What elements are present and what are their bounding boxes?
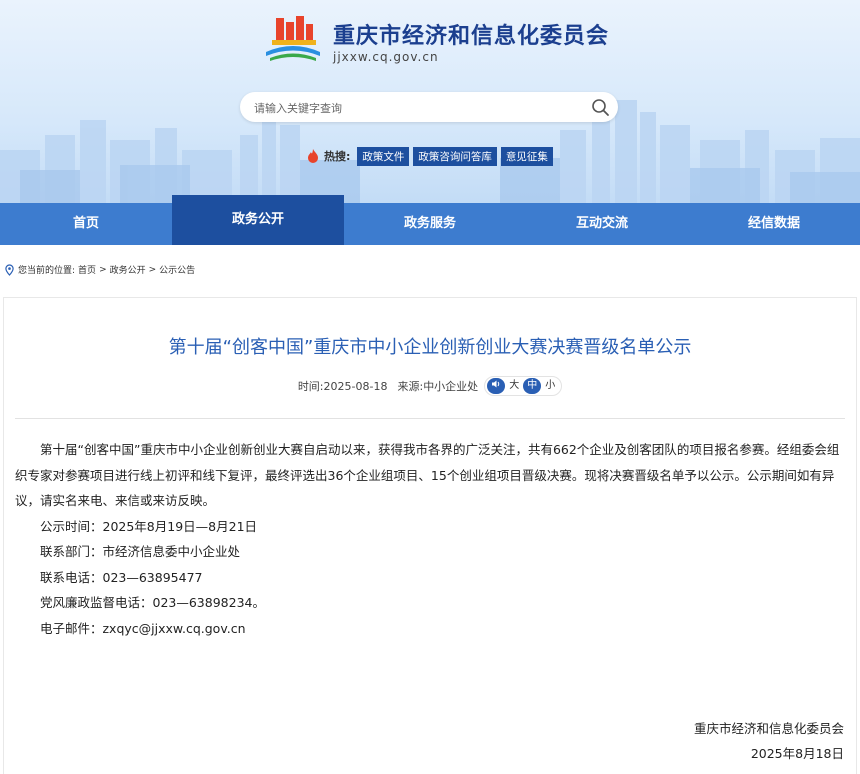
signature-date: 2025年8月18日 [750, 746, 844, 761]
time-label: 时间: [297, 380, 324, 393]
search-icon[interactable] [590, 97, 610, 117]
hot-search: 热搜: 政策文件 政策咨询问答库 意见征集 [306, 146, 553, 166]
article-signature: 重庆市经济和信息化委员会 2025年8月18日 [694, 716, 844, 766]
font-size-switcher: 大 中 小 [484, 376, 563, 396]
source-label: 来源: [397, 380, 424, 393]
signature-org: 重庆市经济和信息化委员会 [693, 721, 844, 736]
article-paragraph: 第十届“创客中国”重庆市中小企业创新创业大赛自启动以来，获得我市各界的广泛关注，… [15, 442, 840, 508]
contact-department: 联系部门：市经济信息委中小企业处 [40, 544, 241, 559]
nav-item-home[interactable]: 首页 [0, 203, 172, 245]
nav-item-data[interactable]: 经信数据 [688, 203, 860, 245]
font-size-medium[interactable]: 中 [523, 378, 542, 394]
article-title: 第十届“创客中国”重庆市中小企业创新创业大赛决赛晋级名单公示 [168, 337, 692, 358]
article-body: 第十届“创客中国”重庆市中小企业创新创业大赛自启动以来，获得我市各界的广泛关注，… [15, 437, 845, 641]
contact-email[interactable]: 电子邮件：zxqyc@jjxxw.cq.gov.cn [15, 616, 845, 642]
hot-search-label: 热搜: [324, 150, 351, 163]
hot-tag-policy-docs[interactable]: 政策文件 [357, 146, 410, 166]
announcement-period: 公示时间：2025年8月19日—8月21日 [40, 518, 258, 534]
location-pin-icon [5, 263, 14, 276]
nav-item-services[interactable]: 政务服务 [344, 203, 516, 245]
hot-tag-opinion[interactable]: 意见征集 [500, 146, 553, 166]
site-domain: jjxxw.cq.gov.cn [333, 50, 439, 64]
font-size-large[interactable]: 大 [505, 378, 523, 394]
site-title[interactable]: 重庆市经济和信息化委员会 [333, 18, 609, 50]
header-banner: 重庆市经济和信息化委员会 jjxxw.cq.gov.cn 热搜: 政策文件 政策… [0, 0, 860, 203]
breadcrumb-government-affairs[interactable]: 政务公开 [110, 263, 146, 276]
search-bar [240, 92, 618, 122]
speaker-icon[interactable] [487, 378, 506, 394]
breadcrumb-sep: > [148, 264, 157, 275]
hot-tag-policy-qa[interactable]: 政策咨询问答库 [413, 146, 497, 166]
search-input[interactable] [252, 97, 576, 119]
breadcrumb-home[interactable]: 首页 [78, 263, 96, 276]
nav-item-government-affairs[interactable]: 政务公开 [172, 195, 344, 245]
breadcrumb: 您当前的位置: 首页 > 政务公开 > 公示公告 [4, 263, 195, 276]
supervision-phone: 党风廉政监督电话：023—63898234。 [40, 595, 265, 610]
breadcrumb-prefix: 您当前的位置: [18, 266, 76, 276]
nav-item-interaction[interactable]: 互动交流 [516, 203, 688, 245]
breadcrumb-sep: > [99, 264, 107, 275]
article-source: 中小企业处 [423, 380, 479, 393]
font-size-small[interactable]: 小 [541, 378, 559, 394]
divider [15, 418, 845, 419]
publish-time: 2025-08-18 [323, 379, 388, 393]
main-nav: 首页 政务公开 政务服务 互动交流 经信数据 [0, 195, 860, 245]
breadcrumb-announcements[interactable]: 公示公告 [159, 263, 195, 276]
contact-phone: 联系电话：023—63895477 [40, 569, 203, 585]
site-logo-icon [266, 16, 320, 61]
article-meta: 时间: 2025-08-18 来源: 中小企业处 大 中 小 [0, 376, 860, 396]
flame-icon [308, 149, 318, 163]
